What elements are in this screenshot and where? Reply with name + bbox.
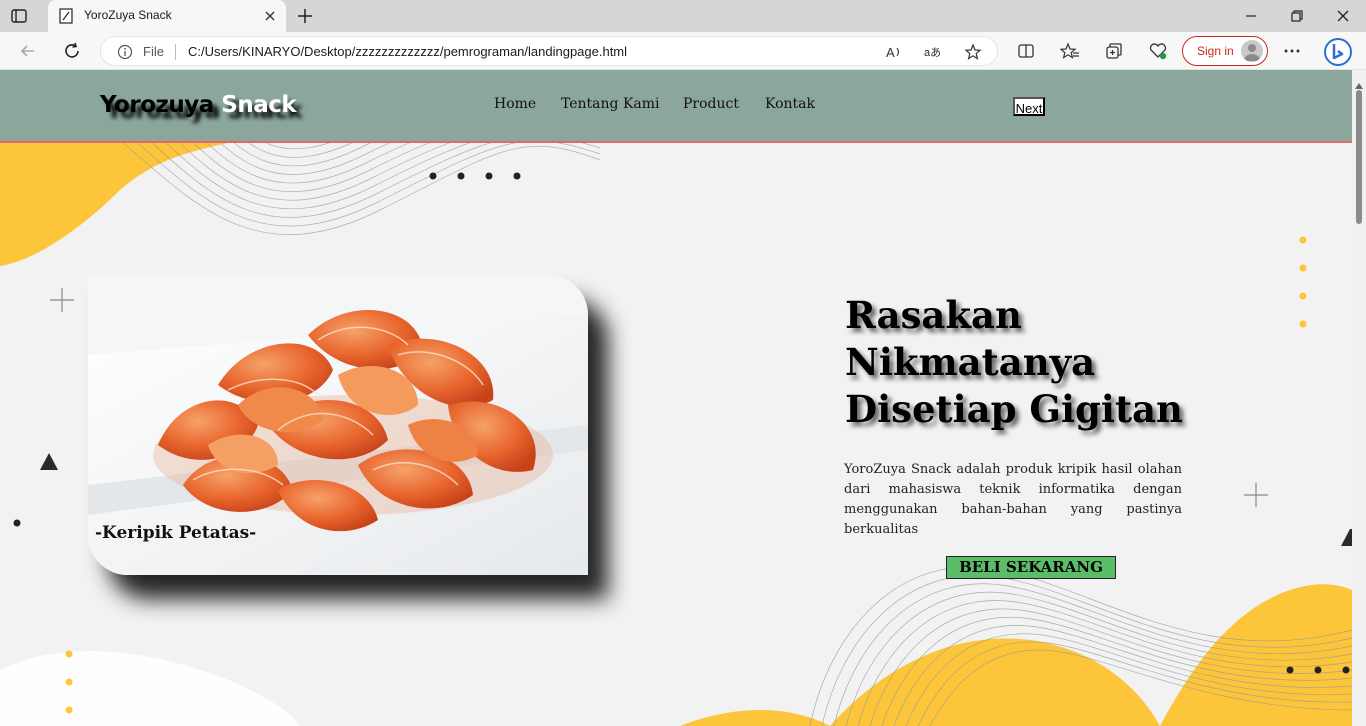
page-scrollbar[interactable] [1352, 70, 1366, 726]
back-icon[interactable] [18, 41, 38, 61]
scroll-up-icon[interactable] [1355, 74, 1363, 89]
close-window-icon[interactable] [1334, 7, 1352, 25]
split-screen-icon[interactable] [1016, 41, 1036, 61]
restore-icon[interactable] [1288, 7, 1306, 25]
avatar [1241, 40, 1263, 62]
file-label: File [143, 44, 164, 59]
minimize-icon[interactable] [1242, 7, 1260, 25]
scroll-thumb[interactable] [1356, 90, 1362, 224]
plus-icon[interactable] [296, 7, 314, 25]
nav-link-home[interactable]: Home [494, 96, 536, 112]
browser-tab[interactable]: YoroZuya Snack [48, 0, 286, 32]
buy-now-button[interactable]: BELI SEKARANG [946, 556, 1116, 579]
svg-text:aあ: aあ [924, 46, 941, 59]
landing-page: Yorozuya Snack Home Tentang Kami Product… [0, 70, 1352, 726]
translate-icon[interactable]: aあ [924, 43, 942, 61]
favorites-icon[interactable] [1059, 41, 1080, 61]
url-text[interactable]: C:/Users/KINARYO/Desktop/zzzzzzzzzzzzz/p… [188, 44, 627, 59]
refresh-icon[interactable] [62, 41, 82, 61]
logo-text-yorozuya: Yorozuya [100, 92, 214, 118]
tab-actions-icon[interactable] [10, 7, 28, 25]
hero-title-line-2: Nikmatanya [845, 340, 1096, 384]
product-card: -Keripik Petatas- [88, 275, 588, 575]
sign-in-label: Sign in [1197, 44, 1234, 58]
collections-icon[interactable] [1104, 41, 1124, 61]
nav-link-kontak[interactable]: Kontak [765, 96, 815, 112]
tab-strip: YoroZuya Snack [0, 0, 1366, 32]
browser-toolbar: File C:/Users/KINARYO/Desktop/zzzzzzzzzz… [0, 32, 1366, 70]
close-icon[interactable] [262, 8, 278, 24]
star-icon[interactable] [964, 43, 982, 61]
bing-icon[interactable] [1322, 36, 1354, 68]
hero-title-line-3: Disetiap Gigitan [845, 387, 1183, 431]
site-header: Yorozuya Snack Home Tentang Kami Product… [0, 70, 1352, 143]
tab-title: YoroZuya Snack [84, 8, 172, 22]
product-caption: -Keripik Petatas- [95, 523, 257, 543]
more-icon[interactable] [1282, 41, 1302, 61]
hero-title-line-1: Rasakan [845, 293, 1022, 337]
hero-title: Rasakan Nikmatanya Disetiap Gigitan [845, 292, 1183, 433]
svg-text:A: A [886, 45, 895, 60]
address-bar[interactable]: File C:/Users/KINARYO/Desktop/zzzzzzzzzz… [100, 36, 998, 66]
next-button[interactable]: Next [1013, 97, 1045, 116]
logo-text-snack: Snack [221, 92, 297, 118]
browser-essentials-icon[interactable] [1148, 41, 1168, 61]
read-aloud-icon[interactable]: A [885, 43, 903, 61]
site-logo[interactable]: Yorozuya Snack [100, 92, 297, 118]
nav-link-tentang-kami[interactable]: Tentang Kami [561, 96, 660, 112]
sign-in-button[interactable]: Sign in [1182, 36, 1268, 66]
address-separator [175, 44, 176, 60]
nav-link-product[interactable]: Product [683, 96, 739, 112]
info-icon[interactable] [117, 44, 133, 60]
hero-description: YoroZuya Snack adalah produk kripik hasi… [844, 462, 1182, 537]
page-favicon-icon [58, 8, 74, 24]
